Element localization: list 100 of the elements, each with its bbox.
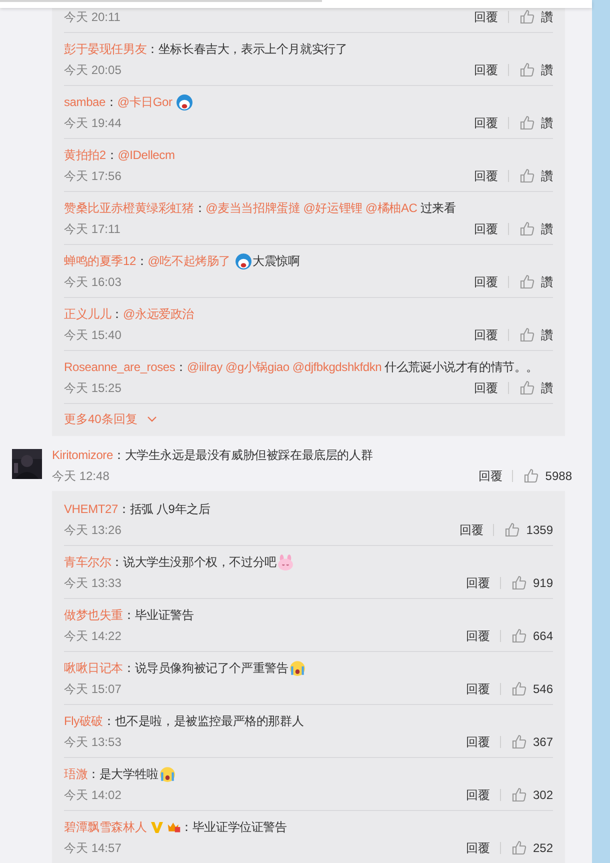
reply-link[interactable]: 回覆 (466, 628, 490, 644)
thumbs-up-icon[interactable] (519, 221, 535, 237)
like-count: 讚 (541, 8, 553, 26)
mention-link[interactable]: @djfbkgdshkfdkn (292, 358, 382, 376)
mention-link[interactable]: @好运锂锂 (303, 199, 362, 217)
like-count: 讚 (541, 114, 553, 132)
mention-link[interactable]: @麦当当招牌蛋撻 (206, 199, 300, 217)
timestamp: 今天 13:33 (64, 574, 122, 592)
comment-text: ： (175, 359, 187, 376)
comment-text: ：大学生永远是最没有威胁但被踩在最底层的人群 (112, 447, 373, 464)
timestamp: 今天 17:11 (64, 220, 120, 238)
comment-text: 过来看 (420, 200, 456, 217)
timestamp: 今天 14:02 (64, 786, 122, 804)
thumbs-up-icon[interactable] (523, 468, 540, 484)
reply-link[interactable]: 回覆 (474, 380, 498, 396)
timestamp: 今天 15:25 (64, 380, 122, 396)
comment-text: ：坐标长春吉大，表示上个月就实行了 (146, 41, 348, 58)
username-link[interactable]: 珸溦 (64, 765, 88, 783)
reply-link[interactable]: 回覆 (466, 734, 490, 750)
username-link[interactable]: 黄拍拍2 (64, 146, 106, 164)
like-count: 546 (532, 682, 553, 696)
username-link[interactable]: Roseanne_are_roses (64, 358, 176, 376)
username-link[interactable]: 青车尔尔 (64, 553, 112, 571)
reply-link[interactable]: 回覆 (478, 468, 502, 484)
mention-link[interactable]: @g小锅giao (225, 358, 290, 376)
thumbs-up-icon[interactable] (519, 62, 535, 78)
crown-icon (166, 820, 181, 834)
reply-link[interactable]: 回覆 (466, 786, 490, 804)
thumbs-up-icon[interactable] (519, 168, 535, 184)
username-link[interactable]: VHEMT27 (64, 500, 118, 518)
thumbs-up-icon[interactable] (504, 522, 520, 538)
reply-link[interactable]: 回覆 (474, 8, 498, 26)
comment-text: ： (136, 253, 148, 270)
thumbs-up-icon[interactable] (510, 840, 527, 856)
more-replies-link[interactable]: 更多40条回复 (64, 410, 138, 428)
like-count: 919 (532, 576, 553, 590)
reply-link[interactable]: 回覆 (474, 114, 498, 132)
comment-text: ： (106, 94, 118, 111)
thumbs-up-icon[interactable] (510, 575, 527, 591)
comment-text: ： (111, 306, 124, 323)
thumbs-up-icon[interactable] (510, 628, 527, 644)
like-count: 252 (532, 841, 553, 855)
username-link[interactable]: Fly破破 (64, 712, 103, 730)
thumbs-up-icon[interactable] (519, 327, 535, 343)
username-link[interactable]: 做梦也失重 (64, 606, 124, 624)
comment-text: ： (194, 200, 206, 217)
thumbs-up-icon[interactable] (519, 274, 535, 290)
timestamp: 今天 13:53 (64, 734, 122, 750)
comment-text: ：说大学生没那个权，不过分吧 (111, 554, 276, 571)
timestamp: 今天 15:40 (64, 326, 122, 344)
reply-link[interactable]: 回覆 (466, 840, 490, 856)
like-count: 664 (532, 629, 553, 643)
thumbs-up-icon[interactable] (510, 734, 527, 750)
reply-link[interactable]: 回覆 (474, 62, 498, 78)
like-count: 讚 (541, 168, 553, 184)
username-link[interactable]: 啾啾日记本 (64, 659, 124, 677)
timestamp: 今天 20:05 (64, 62, 122, 78)
username-link[interactable]: 彭于晏现任男友 (64, 40, 147, 58)
reply-link[interactable]: 回覆 (466, 680, 490, 698)
reply-link[interactable]: 回覆 (474, 168, 498, 184)
username-link[interactable]: Kiritomizore (52, 446, 113, 464)
like-count: 1359 (526, 523, 553, 537)
reply-link[interactable]: 回覆 (474, 274, 498, 290)
thumbs-up-icon[interactable] (510, 787, 527, 803)
comment-text: ：说导员像狗被记了个严重警告 (123, 660, 288, 677)
mention-link[interactable]: @iilray (186, 358, 222, 376)
like-count: 367 (532, 735, 553, 749)
username-link[interactable]: 蝉鸣的夏季12 (64, 252, 136, 270)
timestamp: 今天 20:11 (64, 8, 120, 26)
reply-link[interactable]: 回覆 (474, 220, 498, 238)
reply-link[interactable]: 回覆 (459, 522, 484, 538)
round-face-icon (234, 252, 252, 270)
username-link[interactable]: sambae (64, 93, 106, 111)
mention-link[interactable]: @橘柚AC (365, 199, 418, 217)
like-count: 讚 (541, 326, 553, 344)
reply-link[interactable]: 回覆 (474, 326, 498, 344)
mention-link[interactable]: @IDellecm (118, 146, 175, 164)
username-link[interactable]: 赞桑比亚赤橙黄绿彩虹猪 (64, 199, 194, 217)
thumbs-up-icon[interactable] (510, 681, 527, 697)
comment-text: ：是大学牲啦 (88, 766, 158, 783)
verified-icon (150, 820, 164, 834)
comment-text: ：毕业证学位证警告 (180, 819, 287, 836)
timestamp: 今天 19:44 (64, 114, 122, 132)
chevron-down-icon[interactable] (147, 416, 158, 422)
thumbs-up-icon[interactable] (519, 380, 535, 396)
timestamp: 今天 15:07 (64, 680, 122, 698)
mention-link[interactable]: @卡日Gor (117, 93, 172, 111)
mention-link[interactable]: @吃不起烤肠了 (148, 252, 231, 270)
like-count: 5988 (545, 469, 572, 483)
comment-text: ：也不是啦，是被监控最严格的那群人 (103, 713, 304, 730)
thumbs-up-icon[interactable] (519, 115, 535, 131)
timestamp: 今天 13:26 (64, 522, 122, 538)
mention-link[interactable]: @永远爱政治 (123, 305, 194, 323)
comment-text: 大震惊啊 (252, 253, 300, 270)
username-link[interactable]: 碧潭飘雪森林人 (64, 818, 147, 836)
thumbs-up-icon[interactable] (519, 9, 535, 25)
like-count: 讚 (541, 274, 553, 290)
crying-face-icon (159, 766, 176, 782)
reply-link[interactable]: 回覆 (466, 574, 490, 592)
username-link[interactable]: 正义儿儿 (64, 305, 112, 323)
